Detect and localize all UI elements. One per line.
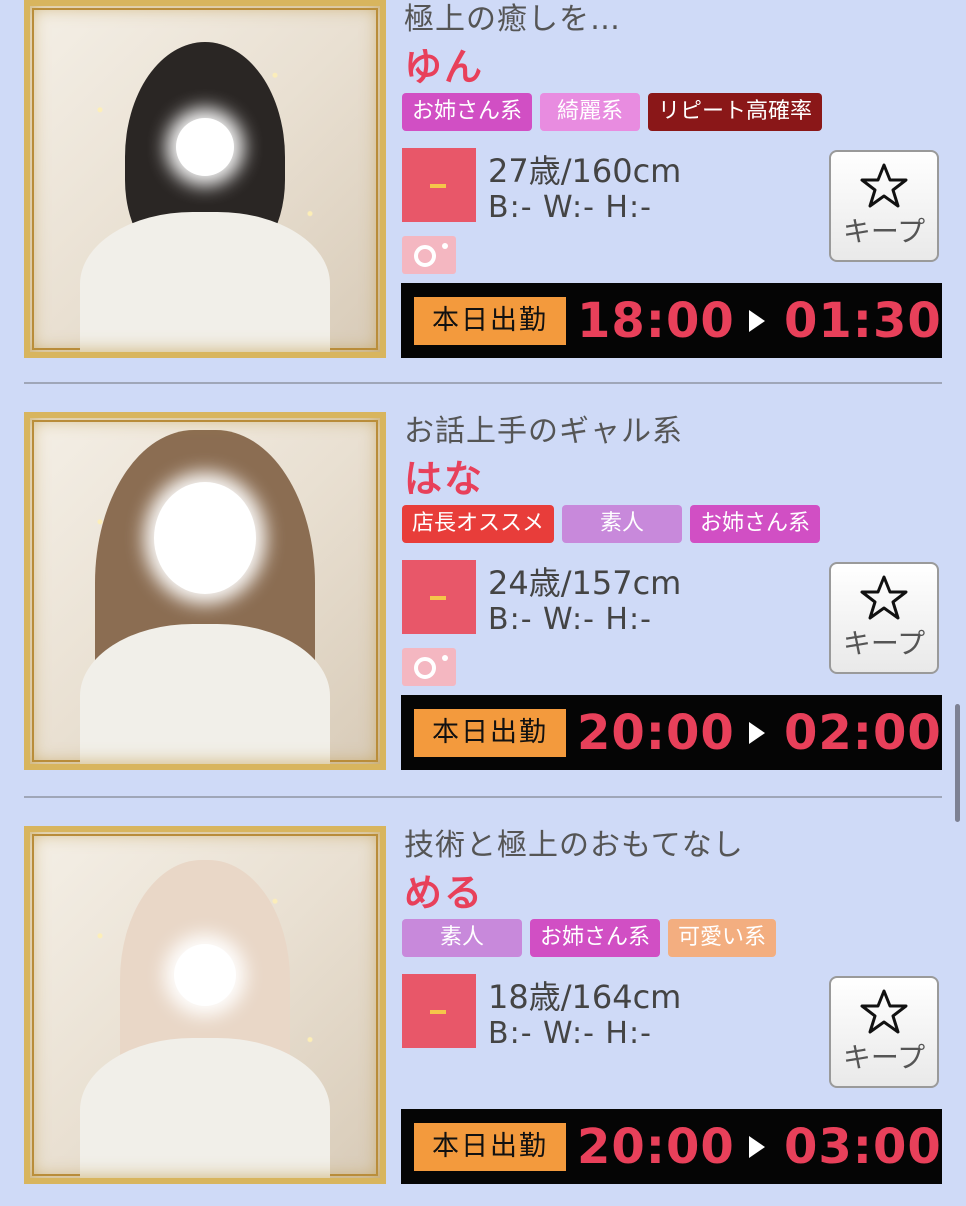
profile-card[interactable]: 技術と極上のおもてなし める 素人 お姉さん系 可愛い系 18歳/164cm B… (0, 826, 966, 1206)
face-blur (176, 118, 234, 176)
end-time: 02:00 (784, 705, 942, 761)
face-blur (154, 482, 256, 594)
hair-shape (125, 42, 285, 272)
tag: 綺麗系 (540, 93, 641, 131)
tag: 可愛い系 (668, 919, 777, 957)
star-icon (860, 989, 908, 1034)
camera-icon (402, 648, 456, 686)
age-height: 24歳/157cm (488, 564, 682, 602)
hair-shape (120, 860, 290, 1110)
keep-label: キープ (842, 1041, 926, 1074)
tag-list: 素人 お姉さん系 可愛い系 (402, 919, 777, 957)
profile-photo[interactable] (24, 412, 386, 770)
schedule-bar: 本日出勤 20:00 03:00 (401, 1109, 942, 1184)
profile-card[interactable]: 極上の癒しを… ゆん お姉さん系 綺麗系 リピート高確率 27歳/160cm B… (0, 0, 966, 380)
measurements: B:- W:- H:- (488, 602, 652, 637)
age-height: 18歳/164cm (488, 978, 682, 1016)
tag-list: 店長オススメ 素人 お姉さん系 (402, 505, 821, 543)
camera-flash (442, 243, 448, 249)
profile-photo[interactable] (24, 0, 386, 358)
end-time: 03:00 (784, 1119, 942, 1175)
profile-card[interactable]: お話上手のギャル系 はな 店長オススメ 素人 お姉さん系 24歳/157cm B… (0, 412, 966, 792)
schedule-bar: 本日出勤 18:00 01:30 (401, 283, 942, 358)
end-time: 01:30 (784, 293, 942, 349)
catchphrase: 技術と極上のおもてなし (404, 828, 744, 863)
age-height: 27歳/160cm (488, 152, 682, 190)
keep-button[interactable]: キープ (829, 562, 939, 674)
arrow-right-icon (749, 310, 765, 332)
camera-icon (402, 236, 456, 274)
shift-badge: 本日出勤 (414, 297, 566, 345)
tag: 素人 (562, 505, 683, 543)
catchphrase: 極上の癒しを… (404, 2, 621, 37)
tag: 店長オススメ (402, 505, 555, 543)
rank-value (430, 596, 446, 600)
star-icon (860, 575, 908, 620)
tag: お姉さん系 (690, 505, 821, 543)
rank-badge (402, 974, 476, 1048)
camera-lens (414, 245, 436, 267)
shift-badge: 本日出勤 (414, 1123, 566, 1171)
star-icon (860, 163, 908, 208)
arrow-right-icon (749, 722, 765, 744)
shift-badge: 本日出勤 (414, 709, 566, 757)
body-shape (80, 1038, 330, 1178)
start-time: 20:00 (577, 705, 735, 761)
camera-lens (414, 657, 436, 679)
face-blur (174, 944, 236, 1006)
scrollbar[interactable] (955, 704, 960, 822)
rank-value (430, 1010, 446, 1014)
divider (24, 796, 942, 798)
cast-name[interactable]: ゆん (404, 36, 484, 91)
arrow-right-icon (749, 1136, 765, 1158)
keep-label: キープ (842, 627, 926, 660)
rank-badge (402, 148, 476, 222)
keep-label: キープ (842, 215, 926, 248)
keep-button[interactable]: キープ (829, 976, 939, 1088)
rank-value (430, 184, 446, 188)
body-shape (80, 624, 330, 764)
profile-photo[interactable] (24, 826, 386, 1184)
tag-list: お姉さん系 綺麗系 リピート高確率 (402, 93, 823, 131)
body-shape (80, 212, 330, 352)
hair-shape (95, 430, 315, 764)
camera-flash (442, 655, 448, 661)
schedule-bar: 本日出勤 20:00 02:00 (401, 695, 942, 770)
tag: リピート高確率 (648, 93, 823, 131)
tag: お姉さん系 (530, 919, 661, 957)
tag: お姉さん系 (402, 93, 533, 131)
measurements: B:- W:- H:- (488, 190, 652, 225)
measurements: B:- W:- H:- (488, 1016, 652, 1051)
cast-name[interactable]: はな (404, 448, 484, 503)
start-time: 20:00 (577, 1119, 735, 1175)
cast-name[interactable]: める (404, 862, 484, 917)
tag: 素人 (402, 919, 522, 957)
divider (24, 382, 942, 384)
rank-badge (402, 560, 476, 634)
start-time: 18:00 (577, 293, 735, 349)
catchphrase: お話上手のギャル系 (404, 414, 683, 449)
keep-button[interactable]: キープ (829, 150, 939, 262)
